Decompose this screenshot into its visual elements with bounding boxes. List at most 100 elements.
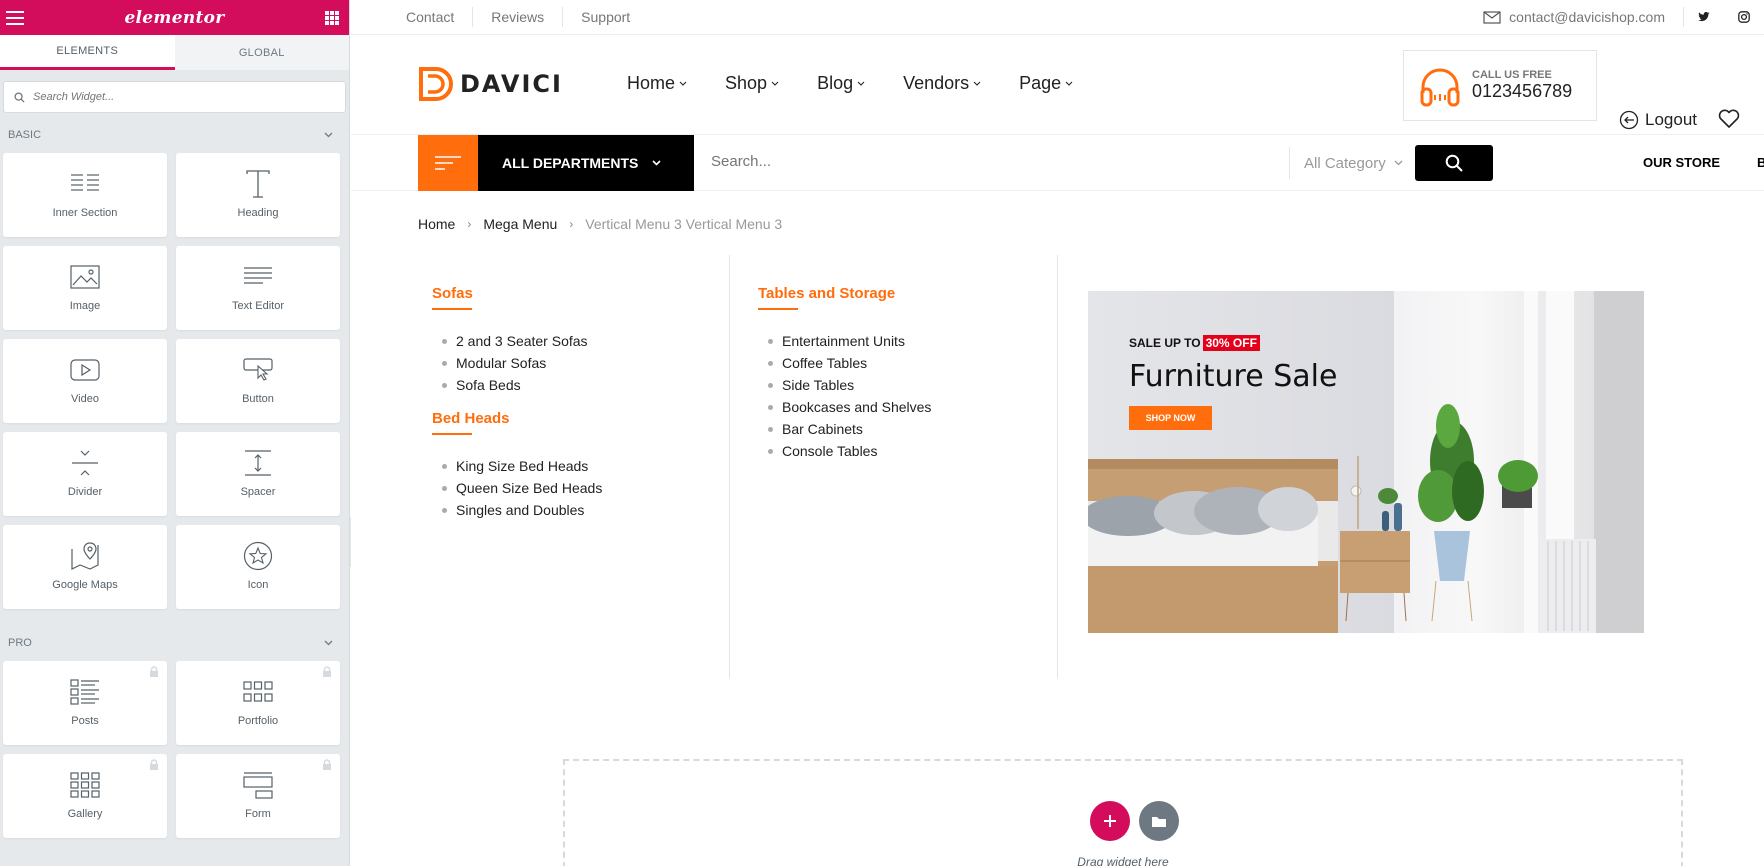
widget-divider[interactable]: Divider — [3, 432, 167, 516]
widget-inner-section[interactable]: Inner Section — [3, 153, 167, 237]
widget-posts[interactable]: Posts — [3, 661, 167, 745]
widget-spacer[interactable]: Spacer — [176, 432, 340, 516]
nav-vendors[interactable]: Vendors — [903, 73, 981, 94]
chevron-down-icon — [652, 160, 661, 166]
menu-item[interactable]: Coffee Tables — [768, 352, 1057, 374]
search-bar: ALL DEPARTMENTS All Category OUR STORE B — [351, 135, 1764, 191]
widget-label: Gallery — [67, 808, 103, 820]
top-link-support[interactable]: Support — [562, 7, 648, 27]
breadcrumb-home[interactable]: Home — [418, 216, 455, 232]
widget-search-input[interactable] — [33, 91, 313, 103]
top-bar: Contact Reviews Support contact@davicish… — [351, 0, 1764, 35]
chevron-down-icon — [324, 132, 333, 138]
menu-item[interactable]: Console Tables — [768, 440, 1057, 462]
category-basic[interactable]: Basic — [0, 121, 349, 149]
widget-text-editor[interactable]: Text Editor — [176, 246, 340, 330]
widget-google-maps[interactable]: Google Maps — [3, 525, 167, 609]
menu-item[interactable]: 2 and 3 Seater Sofas — [442, 330, 729, 352]
menu-item[interactable]: Sofa Beds — [442, 374, 729, 396]
widget-portfolio[interactable]: Portfolio — [176, 661, 340, 745]
nav-shop[interactable]: Shop — [725, 73, 779, 94]
widget-video[interactable]: Video — [3, 339, 167, 423]
category-pro[interactable]: Pro — [0, 629, 349, 657]
folder-icon — [1152, 816, 1166, 827]
furniture-sale-banner[interactable]: SALE UP TO 30% OFF Furniture Sale SHOP N… — [1088, 291, 1644, 633]
widget-label: Posts — [71, 715, 99, 727]
lock-icon — [323, 759, 331, 770]
top-link-reviews[interactable]: Reviews — [472, 7, 562, 27]
widget-form[interactable]: Form — [176, 754, 340, 838]
tab-global[interactable]: Global — [174, 35, 349, 70]
menu-item[interactable]: Bar Cabinets — [768, 418, 1057, 440]
menu-heading-bed-heads[interactable]: Bed Heads — [432, 410, 510, 435]
plus-icon — [1104, 815, 1116, 827]
portfolio-icon — [238, 675, 278, 709]
pro-widgets: Posts Portfolio Gallery Form — [0, 657, 349, 848]
contact-email[interactable]: contact@davicishop.com — [1483, 7, 1684, 27]
elementor-add-section-dropzone[interactable]: Drag widget here — [563, 759, 1683, 866]
lock-icon — [150, 666, 158, 677]
widgets-grid-icon[interactable] — [324, 10, 339, 25]
nav-home[interactable]: Home — [627, 73, 687, 94]
chevron-down-icon — [1065, 81, 1073, 86]
instagram-icon[interactable] — [1724, 11, 1764, 23]
top-links: Contact Reviews Support — [406, 0, 648, 35]
breadcrumb-mega-menu[interactable]: Mega Menu — [483, 216, 557, 232]
sale-badge: 30% OFF — [1202, 335, 1260, 351]
add-section-button[interactable] — [1090, 801, 1130, 841]
secondary-link[interactable]: B — [1757, 155, 1764, 170]
twitter-icon[interactable] — [1684, 12, 1724, 22]
category-pro-label: Pro — [8, 637, 32, 649]
menu-item[interactable]: King Size Bed Heads — [442, 455, 729, 477]
nav-blog[interactable]: Blog — [817, 73, 865, 94]
logout-link[interactable]: Logout — [1619, 110, 1697, 130]
shop-now-button[interactable]: SHOP NOW — [1129, 406, 1212, 430]
hamburger-icon — [435, 156, 461, 170]
call-number[interactable]: 0123456789 — [1472, 81, 1572, 102]
menu-item[interactable]: Modular Sofas — [442, 352, 729, 374]
widget-icon[interactable]: Icon — [176, 525, 340, 609]
menu-icon[interactable] — [6, 10, 24, 25]
departments-menu-toggle[interactable] — [418, 135, 478, 191]
menu-item[interactable]: Entertainment Units — [768, 330, 1057, 352]
all-departments-button[interactable]: ALL DEPARTMENTS — [478, 135, 694, 191]
widget-gallery[interactable]: Gallery — [3, 754, 167, 838]
chevron-down-icon — [324, 640, 333, 646]
menu-item[interactable]: Bookcases and Shelves — [768, 396, 1057, 418]
logout-label: Logout — [1645, 110, 1697, 129]
widget-search — [3, 81, 346, 113]
video-icon — [65, 353, 105, 387]
breadcrumb-current: Vertical Menu 3 Vertical Menu 3 — [585, 216, 783, 232]
main-nav: Home Shop Blog Vendors Page — [627, 73, 1073, 94]
menu-item[interactable]: Queen Size Bed Heads — [442, 477, 729, 499]
map-icon — [65, 539, 105, 573]
call-box: CALL US FREE 0123456789 — [1403, 50, 1597, 121]
menu-heading-sofas[interactable]: Sofas — [432, 285, 473, 310]
widget-label: Portfolio — [237, 715, 279, 727]
widget-label: Text Editor — [232, 300, 284, 312]
button-icon — [238, 353, 278, 387]
our-store-link[interactable]: OUR STORE — [1643, 155, 1720, 170]
nav-page[interactable]: Page — [1019, 73, 1073, 94]
menu-heading-tables-storage[interactable]: Tables and Storage — [758, 285, 895, 310]
add-template-button[interactable] — [1139, 801, 1179, 841]
lock-icon — [150, 759, 158, 770]
elementor-logo: elementor — [124, 7, 225, 28]
widget-heading[interactable]: Heading — [176, 153, 340, 237]
tab-elements[interactable]: Elements — [0, 35, 175, 70]
menu-item[interactable]: Singles and Doubles — [442, 499, 729, 521]
site-logo[interactable]: DAVICI — [418, 66, 563, 102]
mega-menu-column-1: Sofas 2 and 3 Seater Sofas Modular Sofas… — [418, 255, 730, 678]
category-select[interactable]: All Category — [1289, 147, 1403, 179]
logout-icon — [1619, 110, 1639, 130]
wishlist-heart-icon[interactable] — [1718, 109, 1740, 134]
search-button[interactable] — [1415, 145, 1493, 181]
chevron-down-icon — [973, 81, 981, 86]
site-search-input[interactable] — [711, 153, 1211, 170]
top-link-contact[interactable]: Contact — [406, 7, 472, 27]
brand-name: DAVICI — [460, 70, 563, 98]
chevron-down-icon — [1394, 160, 1403, 166]
menu-item[interactable]: Side Tables — [768, 374, 1057, 396]
widget-image[interactable]: Image — [3, 246, 167, 330]
widget-button[interactable]: Button — [176, 339, 340, 423]
